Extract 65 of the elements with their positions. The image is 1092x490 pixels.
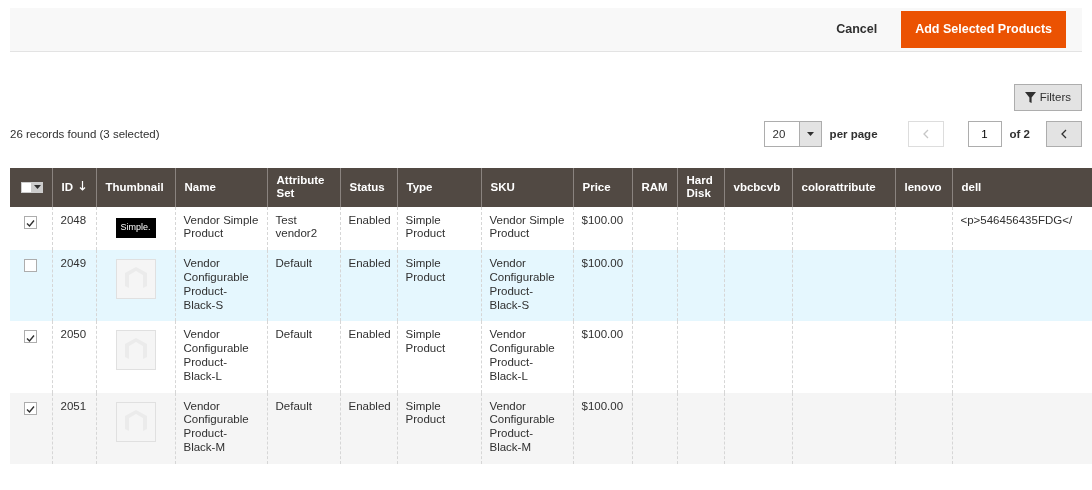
table-cell: <p>546456435FDG</ (960, 213, 1073, 228)
table-cell: Enabled (348, 399, 389, 414)
caret-icon (33, 185, 41, 190)
table-cell: 2049 (60, 257, 87, 272)
table-cell: Default (275, 399, 312, 414)
table-cell: $100.00 (581, 328, 624, 343)
thumbnail-placeholder (115, 259, 156, 300)
table-cell: 2051 (60, 399, 87, 414)
table-cell: $100.00 (581, 399, 624, 414)
table-cell-text: Vendor Configurable Product-Black-M (489, 399, 556, 455)
chevron-left-icon (1061, 129, 1067, 140)
table-cell: $100.00 (581, 257, 624, 272)
mass-select-control[interactable] (21, 181, 43, 193)
column-header[interactable]: vbcbcvb (724, 168, 792, 207)
column-header[interactable]: Attribute Set (267, 168, 340, 207)
row-checkbox[interactable] (24, 401, 37, 415)
add-selected-products-button[interactable]: Add Selected Products (901, 11, 1066, 48)
table-cell-text: Vendor Configurable Product-Black-M (183, 399, 250, 455)
table-cell: Vendor Simple Product (489, 213, 565, 242)
thumbnail-image: Simple. (115, 217, 156, 238)
table-cell: 2048 (60, 213, 87, 228)
page-count: of 2 (1009, 126, 1030, 142)
table-cell-text: Vendor Configurable Product-Black-L (489, 328, 556, 384)
table-cell: Enabled (348, 257, 389, 272)
column-header[interactable]: Hard Disk (677, 168, 724, 207)
table-cell-text: Vendor Configurable Product-Black-S (489, 257, 556, 313)
table-cell: Default (275, 328, 312, 343)
cancel-link[interactable]: Cancel (826, 14, 888, 45)
caret-icon (806, 132, 814, 137)
per-page-select[interactable]: 20 (763, 121, 822, 148)
row-checkbox[interactable] (24, 259, 37, 273)
table-cell: 2050 (60, 328, 87, 343)
table-cell-text: Simple Product (405, 328, 447, 357)
table-cell-text: Simple Product (405, 257, 447, 285)
column-header[interactable]: colorattribute (792, 168, 895, 207)
table-cell: Default (275, 257, 312, 272)
row-checkbox[interactable] (24, 215, 37, 229)
column-header[interactable]: SKU (481, 168, 573, 207)
table-cell-text: Test vendor2 (275, 213, 319, 242)
filter-icon (1024, 92, 1036, 104)
page-input-field[interactable]: 1 (967, 121, 1002, 148)
records-count: 26 records found (3 selected) (10, 126, 160, 142)
filters-button[interactable]: Filters (1013, 84, 1082, 112)
column-header[interactable]: lenovo (895, 168, 952, 207)
chevron-left-icon (922, 129, 929, 140)
column-header[interactable]: Status (340, 168, 397, 207)
row-checkbox[interactable] (24, 330, 37, 344)
table-cell-text: Simple Product (405, 213, 447, 242)
table-cell-text: Vendor Configurable Product-Black-L (183, 328, 250, 384)
table-cell: Enabled (348, 328, 389, 343)
table-cell-text: Simple Product (405, 399, 447, 428)
table-cell: Enabled (348, 213, 389, 228)
column-header[interactable]: Price (573, 168, 632, 207)
column-header[interactable]: Thumbnail (96, 168, 175, 207)
table-cell: $100.00 (581, 213, 624, 228)
thumbnail-placeholder (115, 330, 156, 371)
column-header[interactable]: dell (952, 168, 1092, 207)
per-page-label: per page (829, 126, 878, 142)
table-cell: Vendor Simple Product (183, 213, 259, 242)
table-cell-text: Vendor Configurable Product-Black-S (183, 257, 250, 313)
column-header[interactable]: Name (175, 168, 267, 207)
next-page-button[interactable] (1046, 121, 1082, 148)
column-header[interactable]: RAM (632, 168, 677, 207)
column-header[interactable]: Type (397, 168, 481, 207)
column-header[interactable]: ID (52, 168, 96, 207)
